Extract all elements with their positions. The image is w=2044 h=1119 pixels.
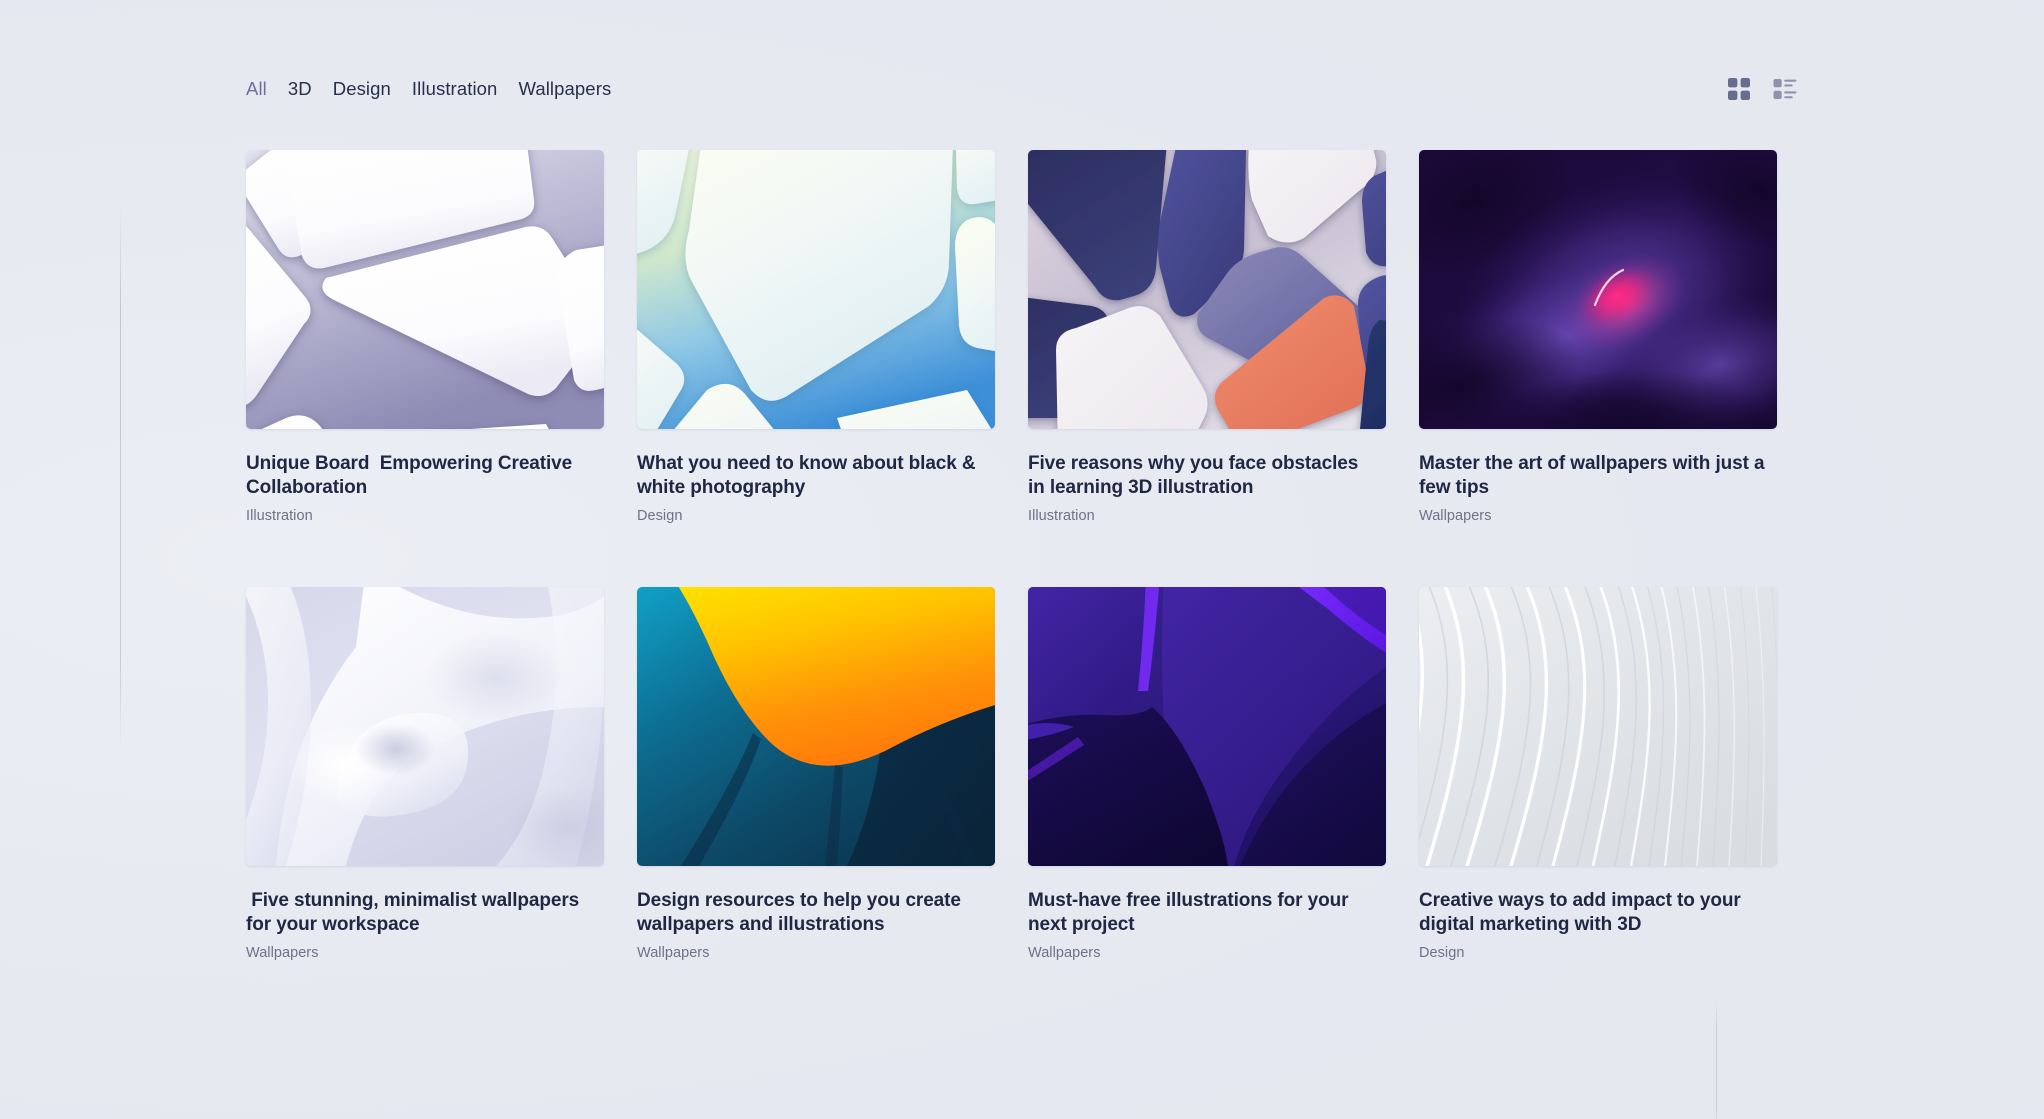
filter-tab-all[interactable]: All	[246, 76, 288, 103]
card-title[interactable]: Five reasons why you face obstacles in l…	[1028, 452, 1378, 499]
filter-tab-wallpapers[interactable]: Wallpapers	[518, 76, 632, 103]
card-category: Design	[637, 507, 995, 525]
gallery-card[interactable]: Must-have free illustrations for your ne…	[1028, 587, 1386, 962]
card-category: Wallpapers	[246, 944, 604, 962]
thumbnail-image-white-wave-ridges	[1419, 587, 1777, 866]
category-filter-tabs: All 3D Design Illustration Wallpapers	[246, 76, 632, 103]
thumbnail-image-deep-indigo-violet	[1028, 587, 1386, 866]
filter-tab-3d[interactable]: 3D	[288, 76, 333, 103]
card-category: Wallpapers	[1419, 507, 1777, 525]
card-category: Wallpapers	[1028, 944, 1386, 962]
card-category: Illustration	[246, 507, 604, 525]
thumbnail-image-dark-purple-magenta-glow	[1419, 150, 1777, 429]
gallery-grid: Unique Board Empowering Creative Collabo…	[246, 150, 1798, 962]
thumbnail-image-soft-white-lavender-swirl	[246, 587, 604, 866]
card-category: Wallpapers	[637, 944, 995, 962]
gallery-page: All 3D Design Illustration Wallpapers	[0, 0, 2044, 1119]
card-title[interactable]: Design resources to help you create wall…	[637, 889, 987, 936]
gallery-card[interactable]: Creative ways to add impact to your digi…	[1419, 587, 1777, 962]
gallery-card[interactable]: Five stunning, minimalist wallpapers for…	[246, 587, 604, 962]
card-thumbnail[interactable]	[637, 150, 995, 429]
card-title[interactable]: Master the art of wallpapers with just a…	[1419, 452, 1769, 499]
filter-tab-design[interactable]: Design	[333, 76, 412, 103]
card-title[interactable]: What you need to know about black & whit…	[637, 452, 987, 499]
card-category: Illustration	[1028, 507, 1386, 525]
background-hairline-right	[1716, 1000, 1717, 1119]
card-title[interactable]: Must-have free illustrations for your ne…	[1028, 889, 1378, 936]
thumbnail-image-voronoi-green-blue	[637, 150, 995, 429]
card-thumbnail[interactable]	[637, 587, 995, 866]
card-thumbnail[interactable]	[1419, 150, 1777, 429]
card-thumbnail[interactable]	[1419, 587, 1777, 866]
gallery-card[interactable]: Design resources to help you create wall…	[637, 587, 995, 962]
gallery-card[interactable]: Master the art of wallpapers with just a…	[1419, 150, 1777, 525]
card-thumbnail[interactable]	[246, 587, 604, 866]
gallery-card[interactable]: What you need to know about black & whit…	[637, 150, 995, 525]
gallery-card[interactable]: Unique Board Empowering Creative Collabo…	[246, 150, 604, 525]
card-thumbnail[interactable]	[1028, 587, 1386, 866]
grid-view-icon	[1726, 76, 1752, 102]
thumbnail-image-voronoi-white-purple	[246, 150, 604, 429]
card-thumbnail[interactable]	[246, 150, 604, 429]
grid-view-button[interactable]	[1726, 76, 1752, 102]
filter-tab-illustration[interactable]: Illustration	[412, 76, 519, 103]
list-view-button[interactable]	[1772, 76, 1798, 102]
list-view-icon	[1772, 76, 1798, 102]
card-title[interactable]: Five stunning, minimalist wallpapers for…	[246, 889, 596, 936]
card-category: Design	[1419, 944, 1777, 962]
toolbar: All 3D Design Illustration Wallpapers	[0, 72, 2044, 106]
gallery-card[interactable]: Five reasons why you face obstacles in l…	[1028, 150, 1386, 525]
thumbnail-image-voronoi-navy-coral	[1028, 150, 1386, 429]
view-mode-switcher	[1726, 76, 1798, 102]
background-hairline-left	[120, 205, 121, 750]
thumbnail-image-yellow-orange-teal	[637, 587, 995, 866]
card-title[interactable]: Unique Board Empowering Creative Collabo…	[246, 452, 596, 499]
card-title[interactable]: Creative ways to add impact to your digi…	[1419, 889, 1769, 936]
card-thumbnail[interactable]	[1028, 150, 1386, 429]
